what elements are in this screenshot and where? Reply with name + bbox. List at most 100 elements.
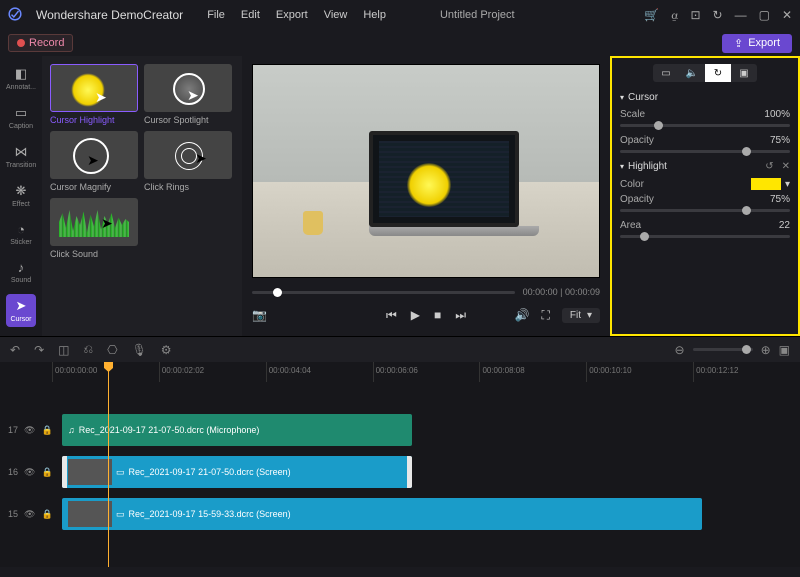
track-video-2: 15👁🔒 ▭Rec_2021-09-17 15-59-33.dcrc (Scre… [0, 496, 800, 532]
effect-click-sound[interactable]: ➤Click Sound [50, 198, 138, 259]
chevron-down-icon: ▾ [587, 310, 592, 321]
eye-icon[interactable]: 👁 [24, 467, 35, 478]
sidebar-item-sound[interactable]: ♪Sound [6, 256, 36, 288]
help-icon[interactable]: ↻ [713, 8, 723, 22]
menu-edit[interactable]: Edit [241, 9, 260, 21]
caption-icon: ▭ [15, 105, 27, 121]
sidebar-item-sticker[interactable]: ◔Sticker [6, 218, 36, 250]
preview-video[interactable] [252, 64, 600, 278]
fit-dropdown[interactable]: Fit▾ [562, 308, 600, 323]
export-button[interactable]: ⇪Export [722, 34, 792, 53]
lock-icon[interactable]: 🔒 [41, 509, 52, 520]
sidebar-item-transition[interactable]: ⋈Transition [6, 140, 36, 173]
timeline-ruler[interactable]: 00:00:00:0000:00:02:0200:00:04:0400:00:0… [52, 362, 800, 382]
timeline-toolbar: ↶ ↷ ◫ ⎌ ⎔ 🎙 ⚙ ⊖ ⊕ ▣ [0, 336, 800, 362]
effect-click-rings[interactable]: ➤Click Rings [144, 131, 232, 192]
top-toolbar: Record ⇪Export [0, 30, 800, 56]
cursor-section-header[interactable]: Cursor [620, 92, 790, 103]
screen-icon: ▭ [116, 467, 125, 478]
settings-icon[interactable]: ⚙ [161, 343, 172, 357]
effect-cursor-spotlight[interactable]: ➤Cursor Spotlight [144, 64, 232, 125]
stop-icon[interactable]: ■ [434, 308, 441, 322]
effect-cursor-highlight[interactable]: ➤Cursor Highlight [50, 64, 138, 125]
prop-tab-video[interactable]: ▭ [653, 64, 679, 82]
zoom-slider[interactable] [693, 348, 753, 351]
split-icon[interactable]: ⎌ [83, 342, 93, 357]
record-button[interactable]: Record [8, 34, 73, 52]
video-clip-2[interactable]: ▭Rec_2021-09-17 15-59-33.dcrc (Screen) [62, 498, 702, 530]
menu-help[interactable]: Help [363, 9, 386, 21]
timeline: 00:00:00:0000:00:02:0200:00:04:0400:00:0… [0, 362, 800, 567]
play-icon[interactable]: ▶ [411, 308, 420, 322]
upload-icon: ⇪ [734, 37, 743, 50]
opacity-value: 75% [770, 135, 790, 146]
prev-icon[interactable]: ⏮ [386, 308, 397, 323]
sidebar-item-caption[interactable]: ▭Caption [6, 101, 36, 134]
menu-file[interactable]: File [207, 9, 225, 21]
app-logo [8, 7, 22, 24]
preview-seek-bar[interactable] [252, 291, 515, 294]
scale-slider[interactable] [620, 124, 790, 127]
prop-tab-audio[interactable]: 🔈 [679, 64, 705, 82]
main-menu: File Edit Export View Help [207, 9, 386, 21]
redo-icon[interactable]: ↷ [34, 343, 44, 357]
snapshot-icon[interactable]: 📷 [252, 308, 267, 322]
area-slider[interactable] [620, 235, 790, 238]
zoom-out-icon[interactable]: ⊖ [675, 343, 685, 357]
marker-icon[interactable]: ⎔ [107, 343, 117, 357]
eye-icon[interactable]: 👁 [24, 509, 35, 520]
video-clip-1[interactable]: ▭Rec_2021-09-17 21-07-50.dcrc (Screen) [62, 456, 412, 488]
effect-cursor-magnify[interactable]: ➤Cursor Magnify [50, 131, 138, 192]
left-sidebar: ◧Annotat... ▭Caption ⋈Transition ❋Effect… [0, 56, 42, 336]
highlight-section-header[interactable]: Highlight↺✕ [620, 161, 790, 172]
cursor-icon: ➤ [16, 298, 27, 314]
track-audio: 17👁🔒 ♫Rec_2021-09-17 21-07-50.dcrc (Micr… [0, 412, 800, 448]
screen-icon: ▣ [739, 68, 748, 79]
track-video-1: 16👁🔒 ▭Rec_2021-09-17 21-07-50.dcrc (Scre… [0, 454, 800, 490]
prop-tab-screen[interactable]: ▣ [731, 64, 757, 82]
highlight-opacity-slider[interactable] [620, 209, 790, 212]
sound-icon: ♪ [18, 260, 25, 275]
fullscreen-icon[interactable]: ⛶ [541, 308, 549, 323]
audio-clip[interactable]: ♫Rec_2021-09-17 21-07-50.dcrc (Microphon… [62, 414, 412, 446]
sidebar-item-annotation[interactable]: ◧Annotat... [6, 62, 36, 95]
sidebar-item-cursor[interactable]: ➤Cursor [6, 294, 36, 327]
audio-icon: 🔈 [686, 68, 698, 79]
sticker-icon: ◔ [17, 222, 25, 237]
color-picker[interactable]: ▾ [751, 178, 790, 190]
project-title: Untitled Project [440, 9, 515, 21]
preview-panel: 00:00:00 | 00:00:09 📷 ⏮ ▶ ■ ⏭ 🔊 ⛶ Fit▾ [242, 56, 610, 336]
properties-panel: ▭ 🔈 ↻ ▣ Cursor Scale100% Opacity75% High… [610, 56, 800, 336]
maximize-icon[interactable]: ▢ [759, 8, 770, 22]
lock-icon[interactable]: 🔒 [41, 467, 52, 478]
menu-view[interactable]: View [324, 9, 348, 21]
next-icon[interactable]: ⏭ [455, 308, 466, 323]
menu-export[interactable]: Export [276, 9, 308, 21]
volume-icon[interactable]: 🔊 [515, 308, 530, 322]
effect-icon: ❋ [16, 183, 27, 199]
undo-icon[interactable]: ↶ [10, 343, 20, 357]
prop-tab-cursor[interactable]: ↻ [705, 64, 731, 82]
minimize-icon[interactable]: — [735, 8, 747, 22]
crop-icon[interactable]: ◫ [58, 343, 69, 357]
zoom-fit-icon[interactable]: ▣ [779, 343, 790, 357]
title-bar: Wondershare DemoCreator File Edit Export… [0, 0, 800, 30]
eye-icon[interactable]: 👁 [24, 425, 35, 436]
preview-time: 00:00:00 | 00:00:09 [523, 287, 600, 297]
remove-icon[interactable]: ✕ [782, 161, 790, 172]
notify-icon[interactable]: ⊡ [690, 8, 700, 22]
opacity-slider[interactable] [620, 150, 790, 153]
sidebar-item-effect[interactable]: ❋Effect [6, 179, 36, 212]
zoom-in-icon[interactable]: ⊕ [761, 343, 771, 357]
cart-icon[interactable]: 🛒 [644, 8, 659, 22]
voice-icon[interactable]: 🎙 [132, 343, 147, 357]
lock-icon[interactable]: 🔒 [41, 425, 52, 436]
app-name: Wondershare DemoCreator [36, 8, 183, 22]
reset-icon[interactable]: ↺ [765, 161, 773, 172]
account-icon[interactable]: ⍶ [671, 8, 678, 23]
transition-icon: ⋈ [15, 144, 28, 160]
playhead[interactable] [108, 362, 109, 567]
close-icon[interactable]: ✕ [782, 8, 792, 22]
cursor-tab-icon: ↻ [714, 68, 722, 79]
highlight-opacity-value: 75% [770, 194, 790, 205]
